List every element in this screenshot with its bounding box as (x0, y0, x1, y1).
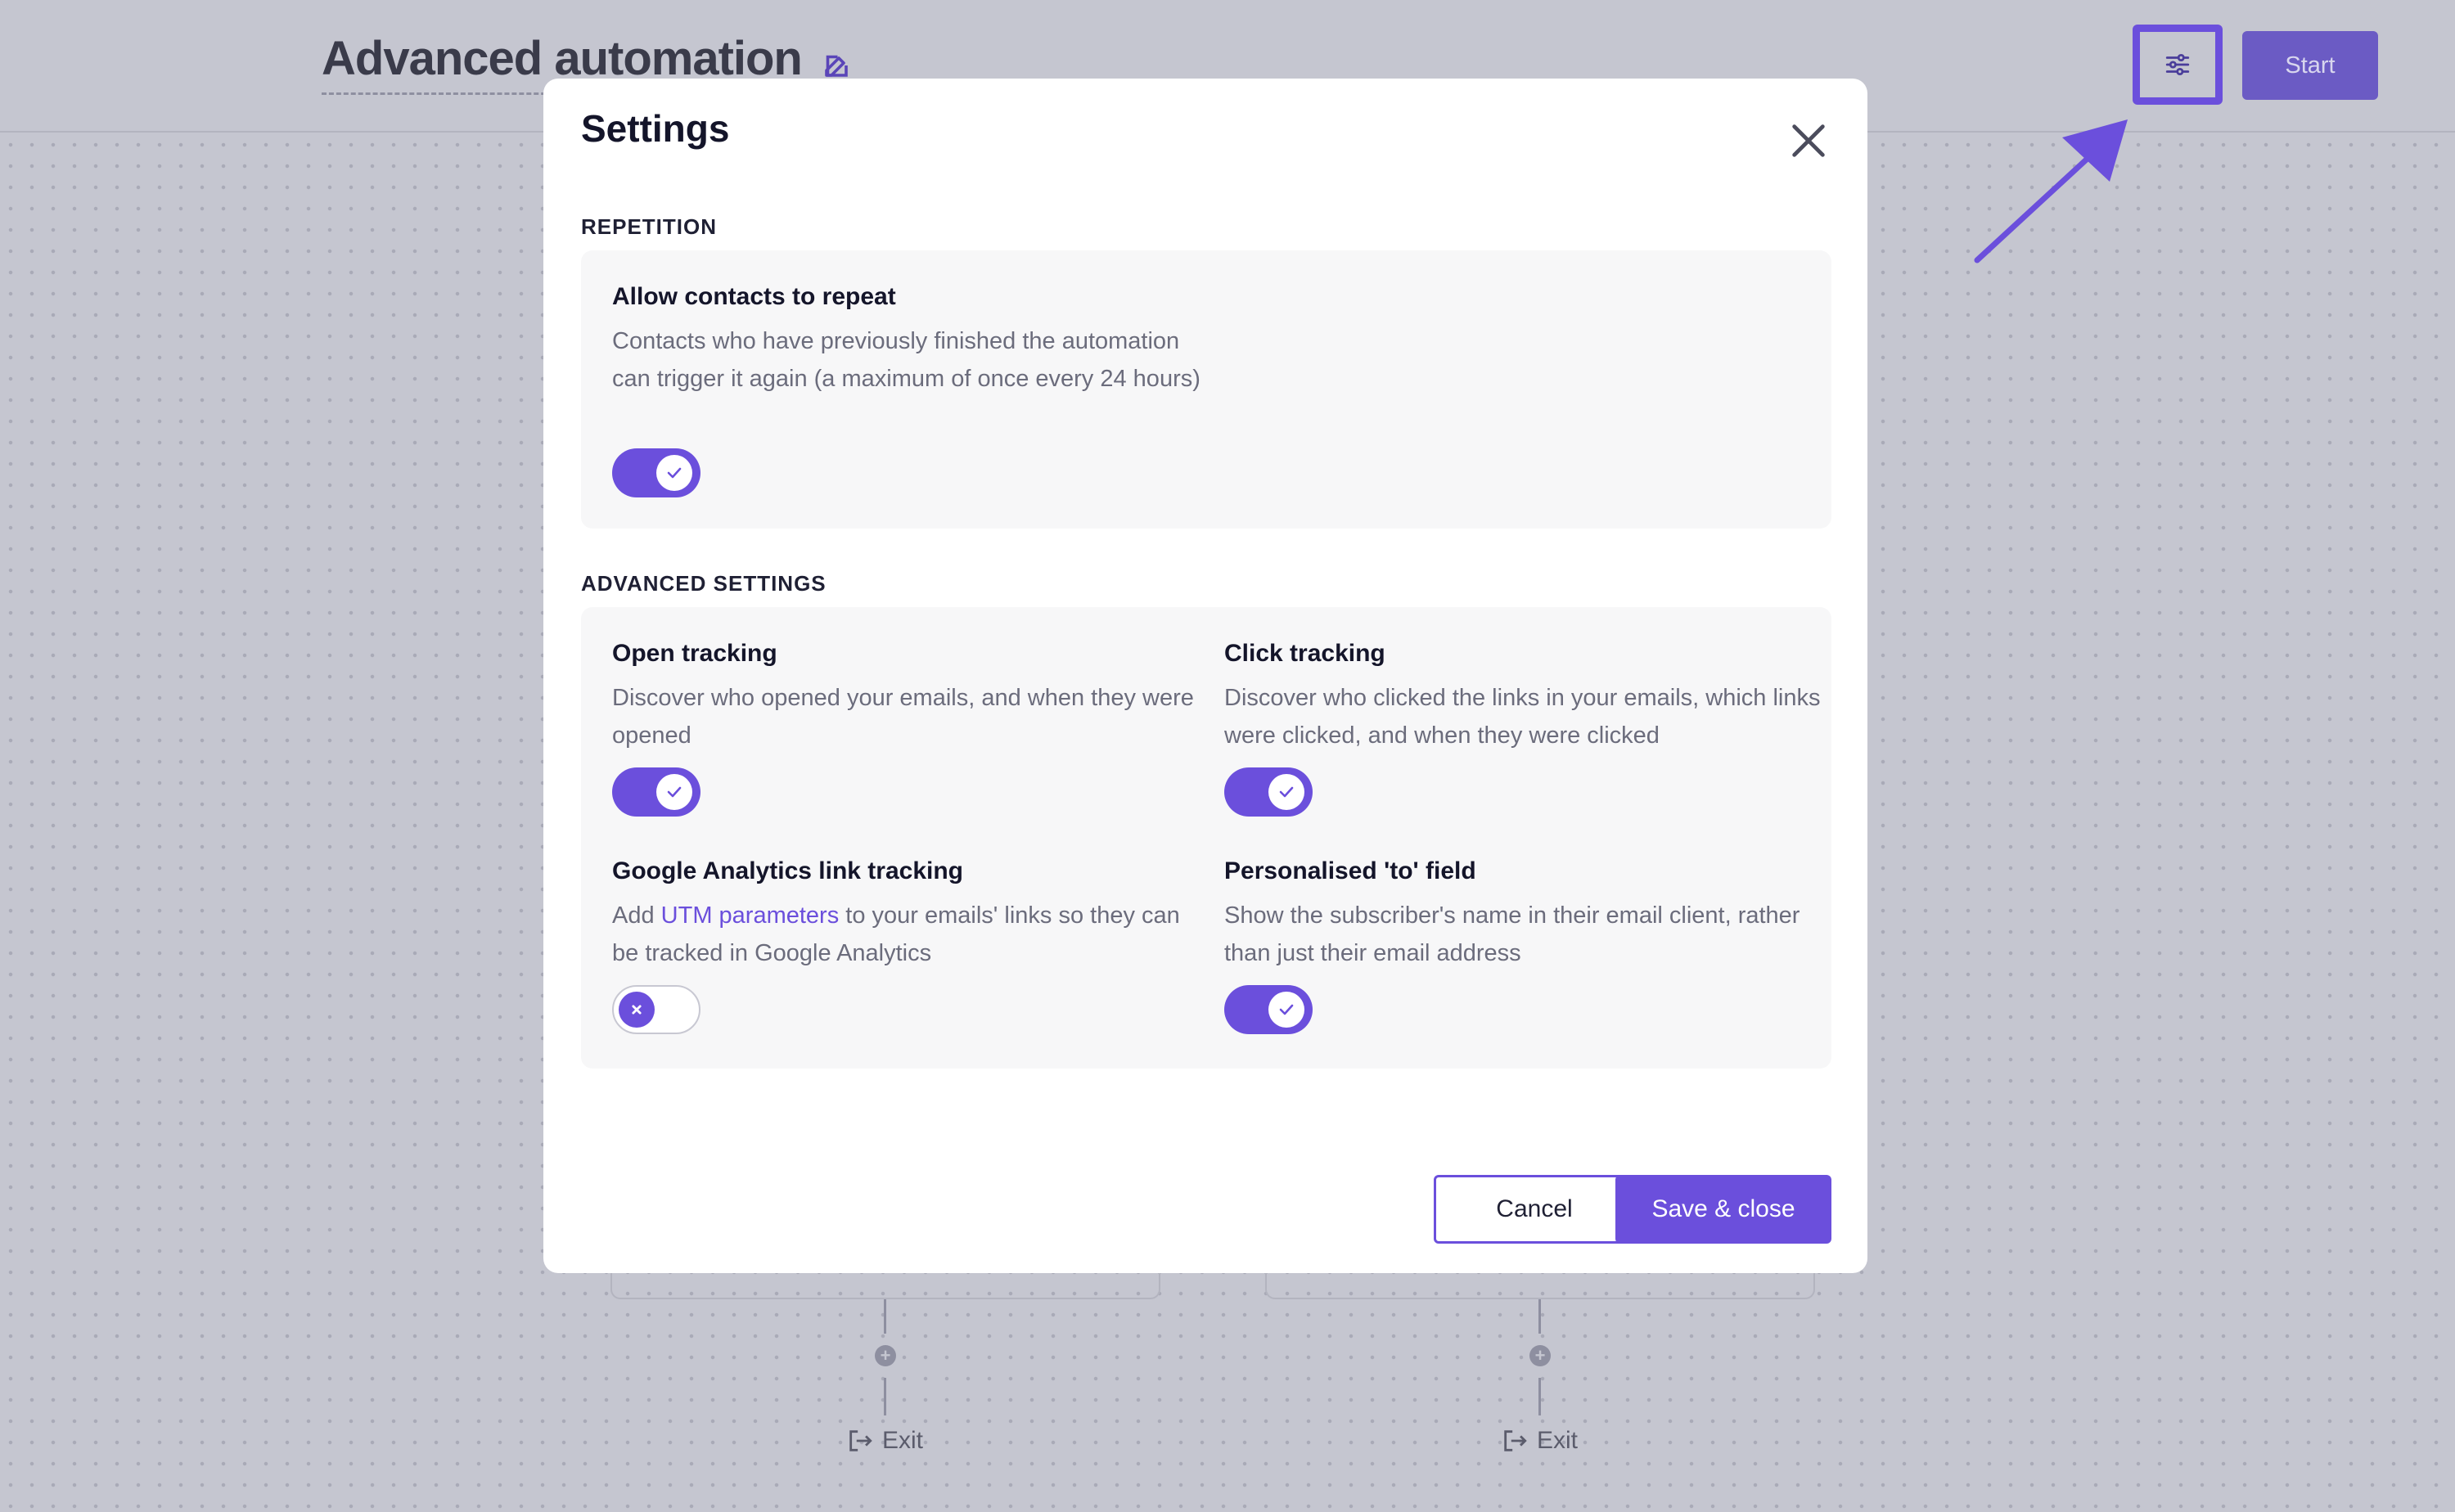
exit-node-right: Exit (1501, 1427, 1578, 1455)
sliders-icon (2165, 53, 2190, 76)
flow-connector (1538, 1378, 1541, 1415)
x-icon (632, 1005, 642, 1015)
allow-repeat-setting: Allow contacts to repeat Contacts who ha… (612, 283, 1209, 398)
setting-description: Show the subscriber's name in their emai… (1224, 902, 1800, 966)
setting-title: Personalised 'to' field (1224, 857, 1476, 884)
setting-title: Allow contacts to repeat (612, 283, 896, 310)
save-close-button[interactable]: Save & close (1615, 1175, 1831, 1244)
allow-repeat-toggle[interactable] (612, 448, 700, 497)
open-tracking-setting: Open tracking Discover who opened your e… (612, 640, 1209, 754)
pointer-arrow-icon (1974, 119, 2128, 263)
setting-description: Discover who opened your emails, and whe… (612, 685, 1194, 749)
ga-tracking-setting: Google Analytics link tracking Add UTM p… (612, 857, 1209, 972)
settings-modal: Settings REPETITION Allow contacts to re… (543, 79, 1867, 1273)
exit-label: Exit (882, 1427, 924, 1454)
exit-label: Exit (1537, 1427, 1579, 1454)
personalised-to-toggle[interactable] (1224, 985, 1313, 1034)
flow-connector (884, 1299, 886, 1334)
setting-title: Open tracking (612, 640, 777, 667)
setting-title: Click tracking (1224, 640, 1385, 667)
check-icon (1279, 1004, 1294, 1015)
close-icon[interactable] (1787, 119, 1830, 162)
setting-description: Discover who clicked the links in your e… (1224, 685, 1821, 749)
click-tracking-toggle[interactable] (1224, 767, 1313, 817)
check-icon (1279, 786, 1294, 798)
repetition-panel: Allow contacts to repeat Contacts who ha… (581, 250, 1831, 529)
cancel-button[interactable]: Cancel (1434, 1175, 1635, 1244)
setting-description: Add UTM parameters to your emails' links… (612, 897, 1209, 972)
add-step-icon[interactable]: + (875, 1345, 896, 1366)
advanced-settings-panel: Open tracking Discover who opened your e… (581, 607, 1831, 1069)
modal-title: Settings (581, 107, 730, 150)
utm-parameters-link[interactable]: UTM parameters (661, 902, 840, 929)
exit-icon (1504, 1430, 1527, 1451)
exit-icon (849, 1430, 872, 1451)
start-button[interactable]: Start (2242, 31, 2378, 100)
flow-connector (1538, 1299, 1541, 1334)
settings-button[interactable] (2133, 25, 2223, 105)
click-tracking-setting: Click tracking Discover who clicked the … (1224, 640, 1822, 754)
exit-node-left: Exit (846, 1427, 923, 1455)
ga-tracking-toggle[interactable] (612, 985, 700, 1034)
check-icon (667, 467, 682, 479)
description-text: Add (612, 902, 661, 929)
repetition-section-label: REPETITION (581, 214, 718, 239)
personalised-to-setting: Personalised 'to' field Show the subscri… (1224, 857, 1822, 972)
check-icon (667, 786, 682, 798)
setting-title: Google Analytics link tracking (612, 857, 963, 884)
flow-connector (884, 1378, 886, 1415)
open-tracking-toggle[interactable] (612, 767, 700, 817)
setting-description: Contacts who have previously finished th… (612, 328, 1200, 392)
edit-icon[interactable] (822, 51, 851, 80)
add-step-icon[interactable]: + (1529, 1345, 1551, 1366)
advanced-section-label: ADVANCED SETTINGS (581, 571, 827, 596)
